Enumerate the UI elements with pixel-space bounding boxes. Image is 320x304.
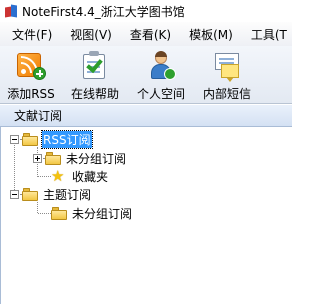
online-help-button[interactable]: 在线帮助	[60, 46, 130, 102]
menu-check[interactable]: 查看(K)	[121, 26, 180, 43]
tree-connector	[38, 176, 51, 177]
tree-node-rss[interactable]: RSS订阅	[10, 129, 93, 149]
menu-tools[interactable]: 工具(T	[242, 26, 296, 43]
folder-icon	[45, 151, 61, 165]
folder-icon	[51, 206, 67, 220]
tree-node-label: RSS订阅	[41, 129, 93, 149]
tree-node-label: 收藏夹	[72, 169, 109, 184]
tree-connector	[38, 213, 51, 214]
collapse-toggle[interactable]	[10, 134, 19, 144]
tree-node-label: 未分组订阅	[66, 151, 127, 166]
collapse-toggle[interactable]	[10, 189, 19, 199]
menu-bar: 文件(F) 视图(V) 查看(K) 模板(M) 工具(T	[0, 22, 292, 46]
menu-template[interactable]: 模板(M)	[180, 26, 242, 43]
rss-add-icon	[16, 51, 46, 81]
toolbar: 添加RSS 在线帮助 个人空间 内部短信	[0, 46, 292, 104]
folder-icon	[22, 132, 38, 146]
add-rss-button[interactable]: 添加RSS	[2, 46, 60, 102]
title-bar: NoteFirst4.4_浙江大学图书馆	[0, 0, 292, 22]
expand-toggle[interactable]	[33, 153, 42, 163]
tree-node-favorites[interactable]: ★ 收藏夹	[51, 167, 109, 185]
tree-node-label: 主题订阅	[43, 187, 92, 202]
folder-icon	[22, 187, 38, 201]
tree-connector	[37, 202, 38, 213]
panel-header: 文献订阅	[0, 105, 292, 127]
personal-space-label: 个人空间	[136, 87, 185, 101]
menu-file[interactable]: 文件(F)	[0, 26, 61, 43]
clipboard-check-icon	[80, 51, 110, 81]
tree-node-topic[interactable]: 主题订阅	[10, 185, 92, 203]
personal-space-button[interactable]: 个人空间	[130, 46, 192, 102]
online-help-label: 在线帮助	[70, 87, 119, 101]
internal-message-label: 内部短信	[202, 87, 251, 101]
user-icon	[146, 51, 176, 81]
star-icon: ★	[51, 166, 65, 185]
window-title: NoteFirst4.4_浙江大学图书馆	[22, 4, 185, 19]
tree-node-label: 未分组订阅	[72, 206, 133, 221]
menu-view[interactable]: 视图(V)	[61, 26, 121, 43]
tree-node-topic-ungrouped[interactable]: 未分组订阅	[51, 204, 133, 222]
internal-message-button[interactable]: 内部短信	[192, 46, 262, 102]
tree-node-rss-ungrouped[interactable]: 未分组订阅	[33, 149, 127, 167]
subscription-tree: RSS订阅 未分组订阅 ★ 收藏夹 主题订阅 未分组订阅	[0, 127, 292, 304]
panel-title: 文献订阅	[14, 109, 63, 123]
add-rss-label: 添加RSS	[7, 87, 55, 101]
app-logo-icon	[4, 4, 18, 18]
message-icon	[212, 51, 242, 82]
